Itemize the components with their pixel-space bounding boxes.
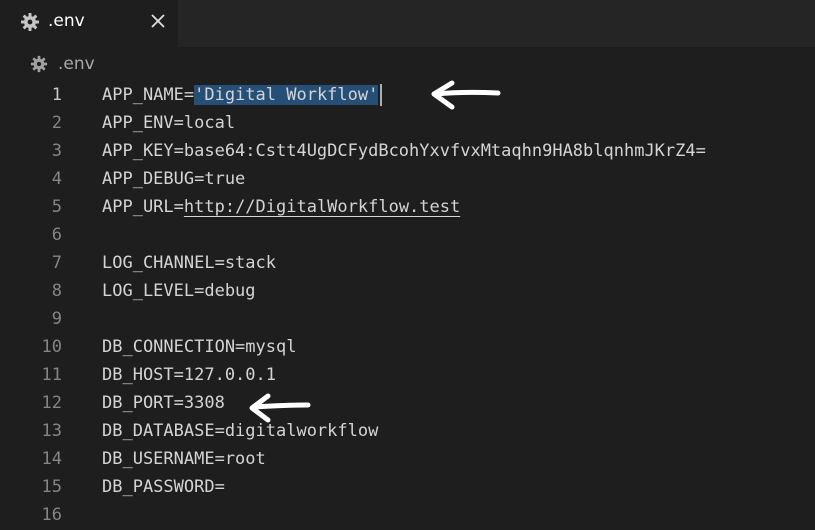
code-line[interactable]: 3 APP_KEY=base64:Cstt4UgDCFydBcohYxvfvxM… bbox=[0, 137, 815, 165]
line-number: 1 bbox=[51, 85, 62, 105]
text-cursor bbox=[380, 84, 383, 106]
line-number: 15 bbox=[41, 477, 62, 497]
line-number: 10 bbox=[41, 337, 62, 357]
code-line[interactable]: 1 APP_NAME='Digital Workflow' bbox=[0, 81, 815, 109]
tab-env[interactable]: .env bbox=[0, 0, 178, 47]
env-key: APP_NAME= bbox=[102, 85, 195, 105]
left-arrow-icon bbox=[249, 393, 311, 423]
line-number: 3 bbox=[51, 141, 62, 161]
code-text: DB_USERNAME=root bbox=[102, 449, 266, 469]
line-number: 7 bbox=[51, 253, 62, 273]
code-line[interactable]: 7 LOG_CHANNEL=stack bbox=[0, 249, 815, 277]
code-text: DB_CONNECTION=mysql bbox=[102, 337, 297, 357]
code-line[interactable]: 9 bbox=[0, 305, 815, 333]
code-line[interactable]: 5 APP_URL=http://DigitalWorkflow.test bbox=[0, 193, 815, 221]
line-number: 16 bbox=[41, 505, 62, 525]
line-number: 8 bbox=[51, 281, 62, 301]
breadcrumb-item-env[interactable]: .env bbox=[58, 54, 95, 74]
code-text: DB_PORT=3308 bbox=[102, 393, 225, 413]
code-text: LOG_CHANNEL=stack bbox=[102, 253, 276, 273]
code-line[interactable]: 4 APP_DEBUG=true bbox=[0, 165, 815, 193]
code-text: APP_URL=http://DigitalWorkflow.test bbox=[102, 193, 460, 221]
line-number: 9 bbox=[51, 309, 62, 329]
code-text: DB_HOST=127.0.0.1 bbox=[102, 365, 276, 385]
code-line[interactable]: 15 DB_PASSWORD= bbox=[0, 473, 815, 501]
breadcrumb: .env bbox=[0, 47, 815, 81]
selected-text: 'Digital Workflow' bbox=[194, 85, 379, 105]
env-key: APP_URL= bbox=[102, 197, 184, 217]
line-number: 14 bbox=[41, 449, 62, 469]
code-line[interactable]: 14 DB_USERNAME=root bbox=[0, 445, 815, 473]
tab-bar: .env bbox=[0, 0, 815, 47]
url-link[interactable]: http://DigitalWorkflow.test bbox=[184, 197, 460, 217]
code-line[interactable]: 2 APP_ENV=local bbox=[0, 109, 815, 137]
code-text: DB_DATABASE=digitalworkflow bbox=[102, 421, 379, 441]
code-line[interactable]: 11 DB_HOST=127.0.0.1 bbox=[0, 361, 815, 389]
code-text: APP_DEBUG=true bbox=[102, 169, 246, 189]
line-number: 6 bbox=[51, 225, 62, 245]
line-number: 4 bbox=[51, 169, 62, 189]
code-line[interactable]: 8 LOG_LEVEL=debug bbox=[0, 277, 815, 305]
code-line[interactable]: 6 bbox=[0, 221, 815, 249]
code-text: APP_ENV=local bbox=[102, 113, 236, 133]
code-line[interactable]: 12 DB_PORT=3308 bbox=[0, 389, 815, 417]
line-number: 13 bbox=[41, 421, 62, 441]
code-text: DB_PASSWORD= bbox=[102, 477, 225, 497]
line-number: 11 bbox=[41, 365, 62, 385]
gear-icon bbox=[21, 13, 39, 31]
code-text: LOG_LEVEL=debug bbox=[102, 281, 256, 301]
code-line[interactable]: 16 bbox=[0, 501, 815, 529]
line-number: 12 bbox=[41, 393, 62, 413]
close-icon[interactable] bbox=[146, 9, 170, 33]
code-text: APP_KEY=base64:Cstt4UgDCFydBcohYxvfvxMta… bbox=[102, 141, 706, 161]
left-arrow-icon bbox=[431, 80, 501, 110]
gear-icon bbox=[30, 55, 48, 73]
code-editor[interactable]: 1 APP_NAME='Digital Workflow' 2 APP_ENV=… bbox=[0, 81, 815, 530]
line-number: 5 bbox=[51, 197, 62, 217]
tab-label: .env bbox=[48, 11, 85, 31]
code-text: APP_NAME='Digital Workflow' bbox=[102, 81, 383, 109]
code-line[interactable]: 10 DB_CONNECTION=mysql bbox=[0, 333, 815, 361]
code-line[interactable]: 13 DB_DATABASE=digitalworkflow bbox=[0, 417, 815, 445]
line-number: 2 bbox=[51, 113, 62, 133]
